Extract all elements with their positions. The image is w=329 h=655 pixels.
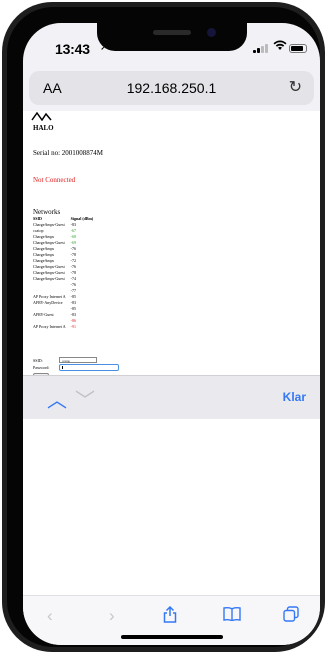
- status-time: 13:43: [55, 41, 90, 57]
- chevron-down-icon[interactable]: ﹀: [75, 384, 95, 413]
- web-content: HALO Serial no: 2001008874M Not Connecte…: [23, 111, 320, 380]
- networks-table: SSID Signal (dBm) ChargeAmps-Guest -83 cca…: [33, 216, 98, 330]
- bookmarks-icon[interactable]: [223, 606, 241, 626]
- share-icon[interactable]: [163, 605, 177, 628]
- ssid-row: SSID: ccatop: [33, 357, 97, 364]
- table-row: AP Proxy Internet A -91: [33, 324, 98, 330]
- battery-icon: [289, 44, 307, 53]
- halo-logo-icon: [31, 111, 52, 121]
- reload-icon[interactable]: ↻: [289, 77, 302, 97]
- phone-screen: 13:43 ➚ AA 192.168.250.1 ↻: [23, 23, 320, 645]
- form-accessory-bar: ︿ ﹀ Klar: [23, 375, 320, 419]
- cellular-signal-icon: [253, 43, 269, 53]
- brand-name: HALO: [33, 124, 54, 132]
- ssid-cell: AP Proxy Internet A: [33, 324, 66, 329]
- keyboard-area: [23, 419, 320, 595]
- password-input[interactable]: [59, 364, 119, 371]
- home-indicator: [121, 635, 223, 639]
- connection-status: Not Connected: [33, 176, 76, 184]
- chevron-up-icon[interactable]: ︿: [47, 384, 67, 413]
- url-text[interactable]: 192.168.250.1: [29, 80, 314, 96]
- ssid-input[interactable]: ccatop: [59, 357, 97, 363]
- phone-bezel: 13:43 ➚ AA 192.168.250.1 ↻: [7, 7, 320, 647]
- done-button[interactable]: Klar: [283, 390, 306, 404]
- forward-icon[interactable]: ›: [109, 606, 115, 626]
- networks-title: Networks: [33, 208, 61, 216]
- password-label: Password:: [33, 365, 50, 370]
- password-row: Password:: [33, 364, 119, 371]
- signal-cell: -91: [70, 324, 76, 329]
- wifi-icon: [273, 40, 287, 54]
- address-bar[interactable]: AA 192.168.250.1 ↻: [29, 71, 314, 105]
- notch: [97, 23, 247, 51]
- serial-number: Serial no: 2001008874M: [33, 149, 103, 157]
- phone-frame: 13:43 ➚ AA 192.168.250.1 ↻: [2, 2, 325, 652]
- tabs-icon[interactable]: [283, 606, 299, 627]
- front-camera: [207, 28, 216, 37]
- back-icon[interactable]: ‹: [47, 606, 53, 626]
- speaker-grille: [153, 30, 191, 35]
- ssid-label: SSID:: [33, 358, 43, 363]
